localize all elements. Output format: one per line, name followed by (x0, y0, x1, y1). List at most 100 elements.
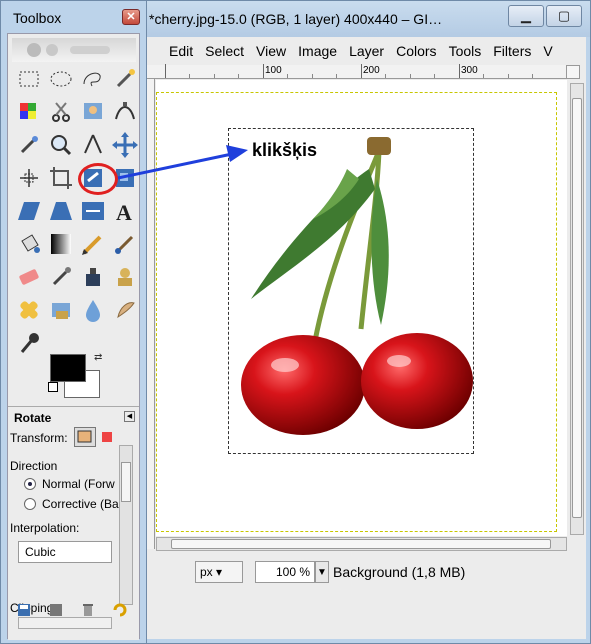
tool-clone-button[interactable] (110, 262, 140, 292)
horizontal-scroll-thumb[interactable] (171, 539, 551, 549)
vertical-scrollbar[interactable] (570, 83, 584, 535)
menu-filters[interactable]: Filters (487, 41, 537, 63)
maximize-button[interactable]: ▢ (546, 5, 582, 27)
image-window-titlebar[interactable]: *cherry.jpg-15.0 (RGB, 1 layer) 400x440 … (141, 1, 590, 37)
blend-icon (51, 234, 71, 254)
tool-heal-button[interactable] (14, 295, 44, 325)
eraser-icon (19, 269, 39, 285)
tool-blur-button[interactable] (78, 295, 108, 325)
direction-corrective-radio[interactable] (24, 498, 36, 510)
crop-icon (50, 167, 72, 189)
options-scroll-thumb[interactable] (121, 462, 131, 502)
layer-transform-icon (77, 430, 92, 443)
horizontal-scrollbar[interactable] (156, 537, 567, 551)
tool-ink-button[interactable] (78, 262, 108, 292)
tool-airbrush-button[interactable] (46, 262, 76, 292)
tool-crop-button[interactable] (46, 163, 76, 193)
tool-perspective-button[interactable] (46, 196, 76, 226)
paintbrush-icon (115, 235, 134, 254)
move-icon (112, 132, 138, 158)
image-canvas[interactable] (156, 80, 567, 536)
navigate-button[interactable] (566, 65, 580, 79)
menu-colors[interactable]: Colors (390, 41, 442, 63)
tool-ellipse-select-button[interactable] (46, 64, 76, 94)
ellipse-select-icon (50, 71, 72, 87)
window-title: *cherry.jpg-15.0 (RGB, 1 layer) 400x440 … (149, 11, 443, 27)
direction-normal-label: Normal (Forw (42, 477, 115, 491)
close-button[interactable]: ✕ (122, 9, 140, 25)
menu-edit[interactable]: Edit (145, 41, 199, 63)
tool-move-button[interactable] (110, 130, 140, 160)
tool-fuzzy-select-button[interactable] (110, 64, 140, 94)
tool-dodge-burn-button[interactable] (14, 328, 44, 358)
tool-rect-select-button[interactable] (14, 64, 44, 94)
delete-options-icon[interactable] (80, 602, 96, 618)
tool-bucket-fill-button[interactable] (14, 229, 44, 259)
tool-smudge-button[interactable] (110, 295, 140, 325)
tool-measure-button[interactable] (78, 130, 108, 160)
zoom-dropdown-button[interactable]: ▼ (315, 561, 329, 583)
free-select-icon (83, 72, 101, 87)
tool-align-button[interactable] (14, 163, 44, 193)
tool-zoom-button[interactable] (46, 130, 76, 160)
save-options-icon[interactable] (16, 602, 32, 618)
tool-flip-button[interactable] (78, 196, 108, 226)
toolbox-body: A ⇄ Rotate ◀ Transform: Direction Normal… (7, 33, 140, 640)
color-picker-icon (20, 136, 38, 154)
transform-layer-button[interactable] (74, 427, 96, 447)
clone-icon (118, 268, 132, 286)
restore-options-icon[interactable] (48, 602, 64, 618)
foreground-color[interactable] (50, 354, 86, 382)
wilber-banner (12, 38, 136, 62)
vertical-scroll-thumb[interactable] (572, 98, 582, 518)
wilber-icon (27, 43, 110, 57)
interpolation-select[interactable]: Cubic (18, 541, 112, 563)
transform-selection-icon[interactable] (102, 432, 112, 442)
tool-blend-button[interactable] (46, 229, 76, 259)
tool-color-picker-button[interactable] (14, 130, 44, 160)
menu-layer[interactable]: Layer (343, 41, 390, 63)
bucket-fill-icon (21, 234, 40, 253)
image-window-body: Edit Select View Image Layer Colors Tool… (145, 37, 586, 639)
clipping-select[interactable] (18, 617, 112, 629)
tool-scissors-button[interactable] (46, 97, 76, 127)
minimize-button[interactable]: ▁ (508, 5, 544, 27)
tool-select-by-color-button[interactable] (14, 97, 44, 127)
shear-icon (18, 202, 40, 220)
options-menu-icon[interactable]: ◀ (124, 411, 135, 422)
tool-perspective-clone-button[interactable] (46, 295, 76, 325)
measure-icon (84, 134, 102, 154)
direction-normal-radio[interactable] (24, 478, 36, 490)
menu-image[interactable]: Image (292, 41, 343, 63)
ink-icon (86, 268, 100, 286)
unit-value: px (200, 565, 213, 579)
menu-tools[interactable]: Tools (443, 41, 488, 63)
tool-pencil-button[interactable] (78, 229, 108, 259)
blur-icon (86, 300, 100, 322)
toolbox-titlebar[interactable]: Toolbox ✕ (1, 1, 146, 33)
menu-select[interactable]: Select (199, 41, 250, 63)
tool-shear-button[interactable] (14, 196, 44, 226)
airbrush-icon (52, 267, 71, 286)
zoom-input[interactable]: 100 % (255, 561, 315, 583)
tool-text-button[interactable]: A (110, 196, 140, 226)
menu-view[interactable]: View (250, 41, 292, 63)
reset-colors-icon[interactable] (48, 382, 58, 392)
svg-text:A: A (116, 200, 132, 225)
smudge-icon (117, 302, 135, 319)
reset-options-icon[interactable] (112, 602, 128, 618)
tool-free-select-button[interactable] (78, 64, 108, 94)
foreground-select-icon (84, 103, 102, 119)
transform-label: Transform: (10, 431, 68, 445)
tool-eraser-button[interactable] (14, 262, 44, 292)
unit-select[interactable]: px ▾ (195, 561, 243, 583)
scissors-icon (52, 102, 70, 122)
tool-paintbrush-button[interactable] (110, 229, 140, 259)
swap-colors-icon[interactable]: ⇄ (94, 352, 102, 363)
horizontal-ruler[interactable]: 100 200 300 (145, 64, 567, 79)
options-scrollbar[interactable] (119, 445, 133, 605)
layer-boundary (228, 128, 474, 454)
tool-paths-button[interactable] (110, 97, 140, 127)
tool-foreground-select-button[interactable] (78, 97, 108, 127)
menu-windows[interactable]: V (537, 41, 558, 63)
